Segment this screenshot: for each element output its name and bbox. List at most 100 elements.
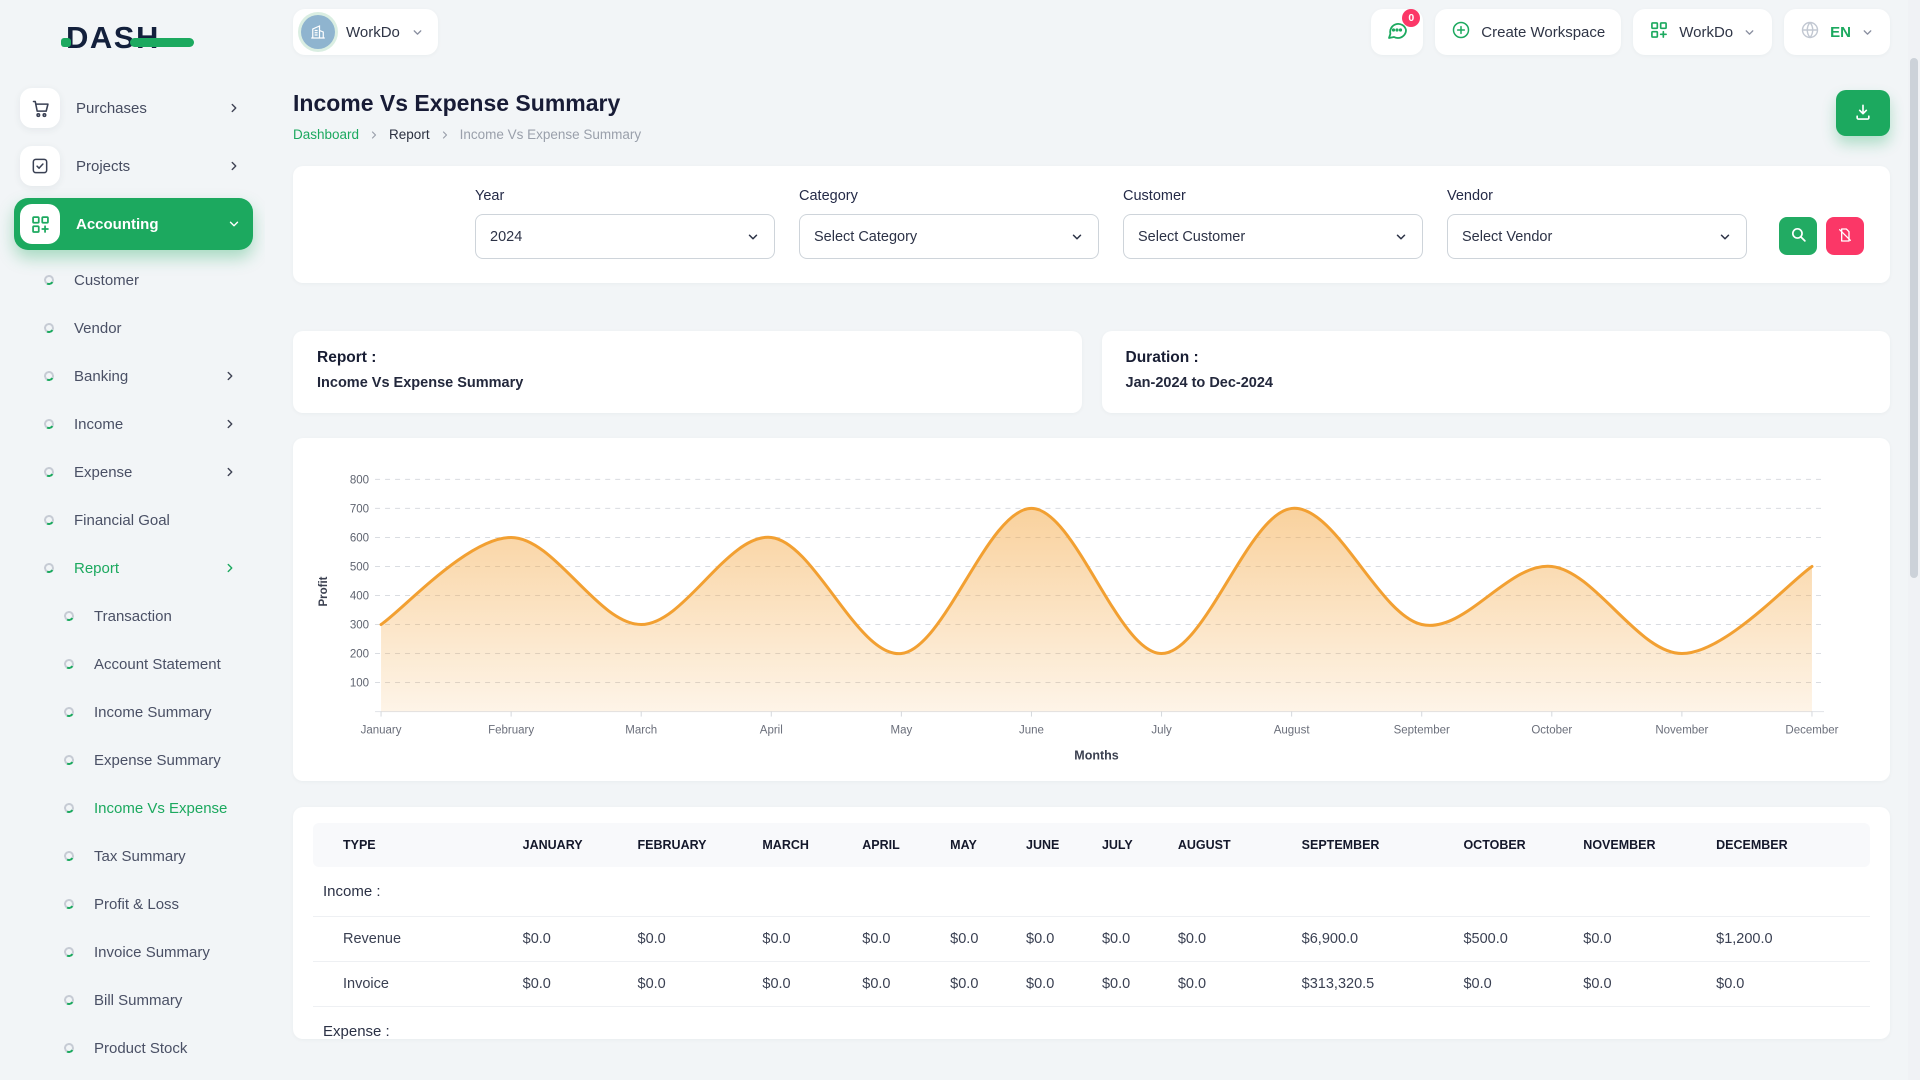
cart-icon: [20, 88, 60, 128]
row-value: $0.0: [1706, 962, 1870, 1007]
messages-button[interactable]: 0: [1371, 9, 1423, 55]
customer-field: Customer Select Customer: [1123, 188, 1423, 259]
plus-circle-icon: [1451, 20, 1471, 44]
y-axis-title: Profit: [318, 576, 330, 606]
row-value: $0.0: [628, 917, 753, 962]
sidebar-item-cash-flow[interactable]: Cash Flow: [14, 1072, 253, 1080]
chevron-right-icon: [439, 129, 451, 141]
chevron-down-icon: [1070, 230, 1084, 244]
sidebar-item-account-statement[interactable]: Account Statement: [14, 640, 253, 688]
year-label: Year: [475, 188, 775, 204]
sidebar-item-label: Invoice Summary: [94, 944, 237, 961]
column-header-november: NOVEMBER: [1573, 823, 1706, 867]
breadcrumb: Dashboard Report Income Vs Expense Summary: [293, 127, 641, 142]
vendor-select[interactable]: Select Vendor: [1447, 214, 1747, 259]
page-scrollbar-thumb[interactable]: [1910, 58, 1918, 578]
topbar: WorkDo 0 Create Workspace: [293, 0, 1890, 56]
sidebar-item-bill-summary[interactable]: Bill Summary: [14, 976, 253, 1024]
brand-logo[interactable]: DASH: [66, 20, 160, 56]
sidebar-nav: Purchases Projects Accounting CustomerVend…: [14, 82, 253, 1080]
accounting-submenu: CustomerVendorBankingIncomeExpense Financ…: [14, 256, 253, 1080]
x-tick-label: March: [625, 725, 657, 737]
sidebar-item-accounting[interactable]: Accounting: [14, 198, 253, 250]
row-value: $0.0: [940, 962, 1016, 1007]
page-header: Income Vs Expense Summary Dashboard Repor…: [293, 90, 1890, 142]
sidebar-item-tax-summary[interactable]: Tax Summary: [14, 832, 253, 880]
donut-bullet-icon: [63, 1042, 75, 1054]
sidebar-item-expense[interactable]: Expense: [14, 448, 253, 496]
download-button[interactable]: [1836, 90, 1890, 136]
row-value: $0.0: [628, 962, 753, 1007]
chevron-down-icon: [1718, 230, 1732, 244]
topbar-actions: 0 Create Workspace WorkDo: [1371, 9, 1890, 55]
x-tick-label: December: [1785, 725, 1838, 737]
x-tick-label: July: [1151, 725, 1172, 737]
column-header-may: MAY: [940, 823, 1016, 867]
donut-bullet-icon: [63, 946, 75, 958]
reset-button[interactable]: [1826, 217, 1864, 255]
column-header-february: FEBRUARY: [628, 823, 753, 867]
sidebar-item-income-summary[interactable]: Income Summary: [14, 688, 253, 736]
sidebar-item-invoice-summary[interactable]: Invoice Summary: [14, 928, 253, 976]
table-section-income: Income :: [313, 867, 1870, 917]
search-button[interactable]: [1779, 217, 1817, 255]
breadcrumb-report[interactable]: Report: [389, 127, 430, 142]
chevron-down-icon: [227, 217, 241, 231]
donut-bullet-icon: [63, 898, 75, 910]
sidebar-item-customer[interactable]: Customer: [14, 256, 253, 304]
category-select[interactable]: Select Category: [799, 214, 1099, 259]
sidebar-item-report[interactable]: Report: [14, 544, 253, 592]
y-tick-label: 300: [350, 620, 369, 632]
sidebar-item-projects[interactable]: Projects: [14, 140, 253, 192]
row-value: $0.0: [1573, 962, 1706, 1007]
messages-badge: 0: [1402, 9, 1420, 27]
customer-select[interactable]: Select Customer: [1123, 214, 1423, 259]
row-value: $0.0: [1168, 917, 1292, 962]
sidebar-item-label: Expense Summary: [94, 752, 237, 769]
x-tick-label: September: [1394, 725, 1450, 737]
donut-bullet-icon: [43, 418, 55, 430]
x-tick-label: April: [760, 725, 783, 737]
duration-card-title: Duration :: [1126, 349, 1867, 367]
sidebar-item-profit-loss[interactable]: Profit & Loss: [14, 880, 253, 928]
column-header-july: JULY: [1092, 823, 1168, 867]
y-tick-label: 400: [350, 590, 369, 602]
sidebar-item-transaction[interactable]: Transaction: [14, 592, 253, 640]
sidebar-item-product-stock[interactable]: Product Stock: [14, 1024, 253, 1072]
create-workspace-label: Create Workspace: [1481, 24, 1605, 41]
workspace-selector[interactable]: WorkDo: [293, 9, 438, 55]
sidebar-item-banking[interactable]: Banking: [14, 352, 253, 400]
sidebar-item-income[interactable]: Income: [14, 400, 253, 448]
checkbox-icon: [20, 146, 60, 186]
filter-card: Year 2024 Category Select Category Custo…: [293, 166, 1890, 283]
row-value: $500.0: [1453, 917, 1573, 962]
summary-cards-row: Report : Income Vs Expense Summary Durat…: [293, 331, 1890, 413]
chevron-down-icon: [1394, 230, 1408, 244]
x-tick-label: June: [1019, 725, 1044, 737]
search-icon: [1790, 226, 1807, 246]
sidebar-item-vendor[interactable]: Vendor: [14, 304, 253, 352]
workspace-menu-button[interactable]: WorkDo: [1633, 9, 1772, 55]
sidebar-item-label: Income Summary: [94, 704, 237, 721]
breadcrumb-income-vs-expense-summary: Income Vs Expense Summary: [460, 127, 642, 142]
row-value: $0.0: [852, 917, 940, 962]
row-type: Revenue: [313, 917, 513, 962]
language-selector[interactable]: EN: [1784, 9, 1890, 55]
create-workspace-button[interactable]: Create Workspace: [1435, 9, 1621, 55]
report-card-title: Report :: [317, 349, 1058, 367]
sidebar-item-purchases[interactable]: Purchases: [14, 82, 253, 134]
donut-bullet-icon: [63, 706, 75, 718]
year-field: Year 2024: [475, 188, 775, 259]
sidebar-item-expense-summary[interactable]: Expense Summary: [14, 736, 253, 784]
chevron-down-icon: [411, 26, 424, 39]
section-label: Income :: [313, 867, 1870, 917]
chevron-right-icon: [223, 561, 237, 575]
donut-bullet-icon: [63, 850, 75, 862]
chevron-right-icon: [227, 101, 241, 115]
breadcrumb-dashboard[interactable]: Dashboard: [293, 127, 359, 142]
sidebar-item-label: Financial Goal: [74, 512, 237, 529]
sidebar-item-financial-goal[interactable]: Financial Goal: [14, 496, 253, 544]
year-select[interactable]: 2024: [475, 214, 775, 259]
sidebar-item-income-vs-expense[interactable]: Income Vs Expense: [14, 784, 253, 832]
sidebar: DASH Purchases Projects Accounting Custome…: [0, 0, 265, 1080]
